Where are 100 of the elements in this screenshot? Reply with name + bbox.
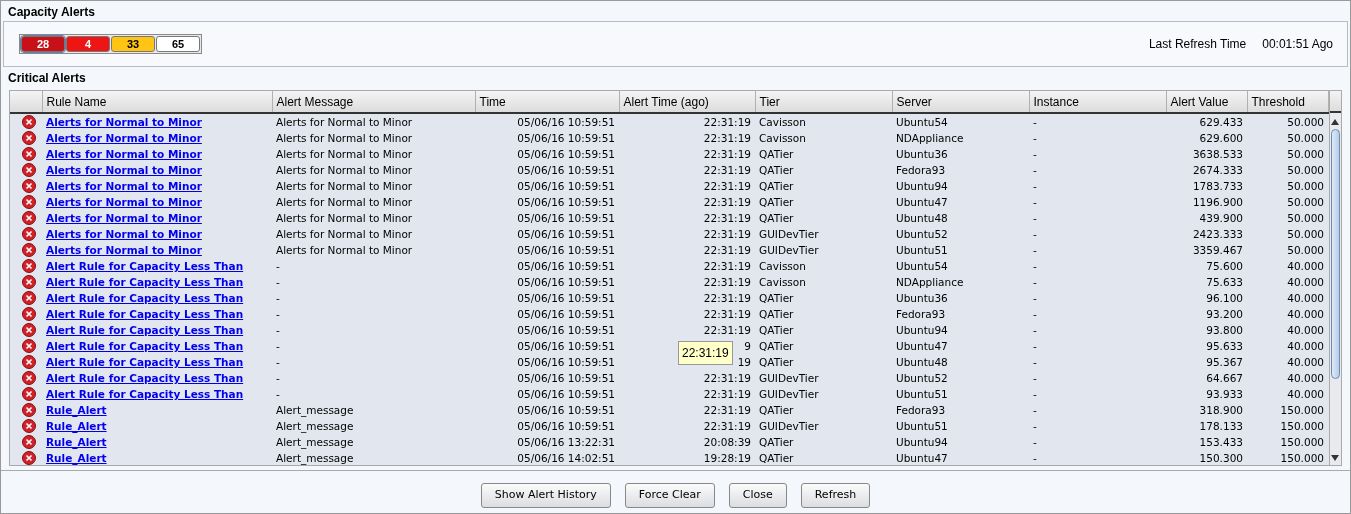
column-header[interactable]: Threshold — [1247, 91, 1328, 113]
rule-link[interactable]: Alerts for Normal to Minor — [46, 132, 202, 144]
table-cell: 19:28:19 — [703, 452, 751, 464]
table-cell: 05/06/16 10:59:51 — [517, 148, 615, 160]
table-cell: 22:31:19 — [703, 292, 751, 304]
table-cell: 22:31:19 — [703, 132, 751, 144]
dialog-button[interactable]: Close — [728, 483, 787, 508]
table-cell: - — [1033, 244, 1037, 256]
table-cell: Alert_message — [276, 404, 354, 416]
rule-link[interactable]: Rule_Alert — [46, 420, 107, 432]
column-header[interactable]: Rule Name — [42, 91, 272, 113]
table-cell: 439.900 — [1199, 212, 1243, 224]
rule-link[interactable]: Alert Rule for Capacity Less Than — [46, 308, 244, 320]
rule-link[interactable]: Alert Rule for Capacity Less Than — [46, 324, 244, 336]
table-cell: 93.800 — [1206, 324, 1243, 336]
rule-link[interactable]: Rule_Alert — [46, 452, 107, 464]
rule-link[interactable]: Alerts for Normal to Minor — [46, 244, 202, 256]
error-icon — [22, 339, 36, 353]
error-icon — [22, 259, 36, 273]
table-cell: 629.433 — [1199, 116, 1243, 128]
table-cell: - — [1033, 164, 1037, 176]
table-cell: - — [1033, 404, 1037, 416]
table-cell: 50.000 — [1287, 244, 1324, 256]
rule-link[interactable]: Rule_Alert — [46, 436, 107, 448]
column-header[interactable]: Alert Value — [1166, 91, 1247, 113]
alert-count-button[interactable]: 33 — [111, 36, 155, 52]
table-cell: 22:31:19 — [703, 196, 751, 208]
table-cell: Alert_message — [276, 436, 354, 448]
table-cell: Cavisson — [759, 116, 806, 128]
column-header[interactable]: Tier — [755, 91, 892, 113]
error-icon — [22, 131, 36, 145]
rule-link[interactable]: Rule_Alert — [46, 404, 107, 416]
error-icon — [22, 451, 36, 465]
rule-link[interactable]: Alerts for Normal to Minor — [46, 228, 202, 240]
dialog-button[interactable]: Force Clear — [624, 483, 715, 508]
alert-count-button[interactable]: 4 — [66, 36, 110, 52]
dialog-button[interactable]: Refresh — [800, 483, 871, 508]
table-cell: 05/06/16 10:59:51 — [517, 404, 615, 416]
table-cell: QATier — [759, 356, 794, 368]
error-icon — [22, 371, 36, 385]
error-icon — [22, 355, 36, 369]
rule-link[interactable]: Alerts for Normal to Minor — [46, 180, 202, 192]
table-cell: Alerts for Normal to Minor — [276, 164, 413, 176]
table-cell: 05/06/16 14:02:51 — [517, 452, 615, 464]
table-cell: QATier — [759, 164, 794, 176]
table-cell: Alerts for Normal to Minor — [276, 212, 413, 224]
table-cell: 05/06/16 10:59:51 — [517, 308, 615, 320]
rule-link[interactable]: Alerts for Normal to Minor — [46, 164, 202, 176]
table-cell: 05/06/16 10:59:51 — [517, 164, 615, 176]
rule-link[interactable]: Alert Rule for Capacity Less Than — [46, 276, 244, 288]
rule-link[interactable]: Alert Rule for Capacity Less Than — [46, 292, 244, 304]
table-cell: - — [1033, 132, 1037, 144]
rule-link[interactable]: Alerts for Normal to Minor — [46, 116, 202, 128]
column-header[interactable]: Alert Message — [272, 91, 475, 113]
table-cell: - — [1033, 436, 1037, 448]
table-cell: Ubuntu94 — [896, 180, 948, 192]
rule-link[interactable]: Alert Rule for Capacity Less Than — [46, 388, 244, 400]
rule-link[interactable]: Alert Rule for Capacity Less Than — [46, 340, 244, 352]
table-cell: Alerts for Normal to Minor — [276, 228, 413, 240]
table-cell: - — [1033, 340, 1037, 352]
alert-count-button[interactable]: 28 — [21, 36, 65, 52]
table-cell: - — [1033, 452, 1037, 464]
table-cell: 22:31:19 — [703, 308, 751, 320]
table-cell: 05/06/16 10:59:51 — [517, 260, 615, 272]
rule-link[interactable]: Alerts for Normal to Minor — [46, 212, 202, 224]
table-cell: - — [1033, 308, 1037, 320]
column-header[interactable]: Time — [475, 91, 619, 113]
table-cell: Ubuntu52 — [896, 228, 948, 240]
table-cell: 150.300 — [1199, 452, 1243, 464]
table-cell: 75.600 — [1206, 260, 1243, 272]
scroll-up-icon[interactable] — [1331, 118, 1340, 125]
table-cell: Ubuntu36 — [896, 292, 948, 304]
table-cell: 05/06/16 10:59:51 — [517, 292, 615, 304]
rule-link[interactable]: Alert Rule for Capacity Less Than — [46, 372, 244, 384]
table-cell: Ubuntu36 — [896, 148, 948, 160]
table-cell: 22:31:19 — [703, 260, 751, 272]
table-cell: 05/06/16 10:59:51 — [517, 116, 615, 128]
table-cell: 93.200 — [1206, 308, 1243, 320]
rule-link[interactable]: Alerts for Normal to Minor — [46, 196, 202, 208]
table-cell: 40.000 — [1287, 324, 1324, 336]
column-header[interactable]: Server — [892, 91, 1029, 113]
column-header[interactable]: Instance — [1029, 91, 1166, 113]
table-cell: 05/06/16 10:59:51 — [517, 388, 615, 400]
scrollbar-thumb[interactable] — [1330, 129, 1340, 379]
table-cell: 50.000 — [1287, 116, 1324, 128]
column-header[interactable]: Alert Time (ago) — [619, 91, 755, 113]
scroll-down-icon[interactable] — [1331, 455, 1340, 461]
table-cell: 05/06/16 10:59:51 — [517, 356, 615, 368]
dialog-button[interactable]: Show Alert History — [480, 483, 611, 508]
error-icon — [22, 307, 36, 321]
table-cell: 05/06/16 10:59:51 — [517, 228, 615, 240]
table-cell: Alerts for Normal to Minor — [276, 148, 413, 160]
rule-link[interactable]: Alert Rule for Capacity Less Than — [46, 260, 244, 272]
rule-link[interactable]: Alert Rule for Capacity Less Than — [46, 356, 244, 368]
section-title: Capacity Alerts — [7, 4, 96, 21]
rule-link[interactable]: Alerts for Normal to Minor — [46, 148, 202, 160]
alert-count-button[interactable]: 65 — [156, 36, 200, 52]
refresh-label: Last Refresh Time — [1148, 36, 1247, 53]
table-cell: 93.933 — [1206, 388, 1243, 400]
table-cell: Ubuntu52 — [896, 372, 948, 384]
